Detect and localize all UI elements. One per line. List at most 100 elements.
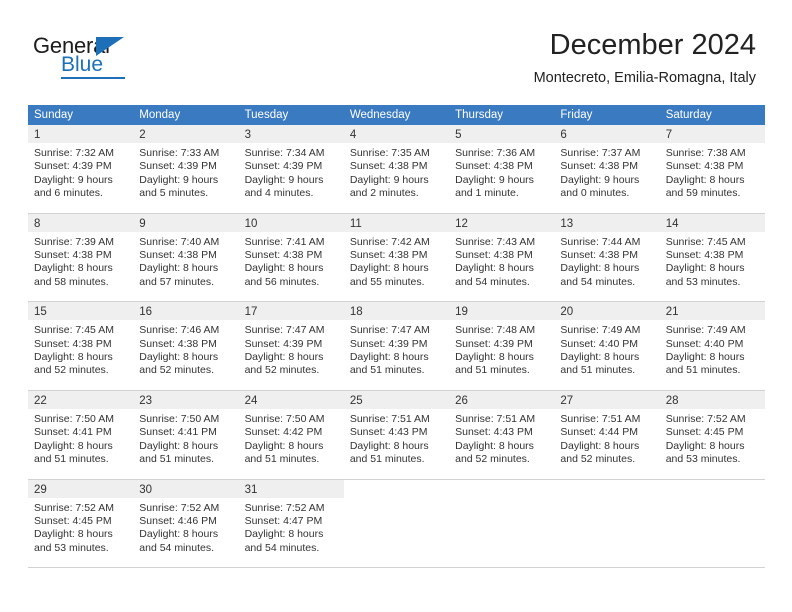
day-number-bar: [343, 479, 450, 498]
day-number-bar: 13: [554, 213, 660, 232]
day-cell[interactable]: 18 Sunrise: 7:47 AM Sunset: 4:39 PM Dayligh…: [343, 302, 450, 390]
daylight-duration-line2: and 53 minutes.: [34, 541, 109, 554]
day-cell[interactable]: 16 Sunrise: 7:46 AM Sunset: 4:38 PM Dayligh…: [133, 302, 239, 390]
day-number-bar: 27: [554, 390, 660, 409]
day-number-bar: 7: [659, 125, 765, 143]
day-number: 12: [455, 217, 468, 230]
day-cell[interactable]: 15 Sunrise: 7:45 AM Sunset: 4:38 PM Dayligh…: [28, 302, 134, 390]
day-details: Sunrise: 7:37 AM Sunset: 4:38 PM Daylight:…: [554, 143, 659, 201]
daylight-duration-line1: Daylight: 8 hours: [349, 351, 429, 364]
day-number-bar: 20: [554, 302, 660, 321]
sunset-time: Sunset: 4:43 PM: [349, 426, 428, 439]
logo-underline: [61, 77, 125, 79]
day-cell[interactable]: 30 Sunrise: 7:52 AM Sunset: 4:46 PM Dayligh…: [133, 479, 239, 568]
day-number-bar: 22: [28, 390, 134, 409]
day-cell[interactable]: 14 Sunrise: 7:45 AM Sunset: 4:38 PM Dayligh…: [659, 213, 765, 302]
sunrise-time: Sunrise: 7:47 AM: [349, 324, 430, 337]
day-cell[interactable]: 24 Sunrise: 7:50 AM Sunset: 4:42 PM Dayligh…: [238, 390, 344, 479]
day-cell[interactable]: 3 Sunrise: 7:34 AM Sunset: 4:39 PM Daylight…: [238, 125, 344, 213]
sunset-time: Sunset: 4:38 PM: [34, 337, 112, 350]
sunset-time: Sunset: 4:38 PM: [244, 249, 323, 262]
weekday-header-tuesday: Tuesday: [244, 109, 289, 121]
day-number-bar: 24: [238, 390, 344, 409]
daylight-duration-line2: and 56 minutes.: [244, 275, 320, 288]
day-number: 18: [349, 306, 363, 319]
day-cell[interactable]: 31 Sunrise: 7:52 AM Sunset: 4:47 PM Dayligh…: [238, 479, 344, 568]
sunset-time: Sunset: 4:39 PM: [455, 337, 533, 350]
day-cell[interactable]: 6 Sunrise: 7:37 AM Sunset: 4:38 PM Daylight…: [554, 125, 660, 213]
day-number: 28: [665, 394, 679, 407]
day-cell[interactable]: 12 Sunrise: 7:43 AM Sunset: 4:38 PM Dayligh…: [449, 213, 555, 302]
day-details: Sunrise: 7:46 AM Sunset: 4:38 PM Daylight:…: [133, 320, 238, 378]
day-cell[interactable]: 28 Sunrise: 7:52 AM Sunset: 4:45 PM Dayligh…: [659, 390, 765, 479]
sunrise-time: Sunrise: 7:50 AM: [139, 412, 220, 425]
daylight-duration-line1: Daylight: 8 hours: [349, 262, 429, 275]
day-cell[interactable]: 8 Sunrise: 7:39 AM Sunset: 4:38 PM Daylight…: [28, 213, 134, 302]
day-number: 31: [244, 483, 258, 496]
sunrise-time: Sunrise: 7:38 AM: [665, 147, 746, 159]
day-number-bar: 3: [238, 125, 344, 143]
day-number-bar: 12: [449, 213, 555, 232]
general-blue-logo[interactable]: General Blue: [33, 33, 163, 81]
sunrise-time: Sunrise: 7:45 AM: [34, 324, 114, 337]
day-cell[interactable]: 25 Sunrise: 7:51 AM Sunset: 4:43 PM Dayligh…: [343, 390, 450, 479]
daylight-duration-line2: and 54 minutes.: [244, 541, 320, 554]
day-details: Sunrise: 7:41 AM Sunset: 4:38 PM Daylight:…: [239, 232, 344, 290]
sunrise-time: Sunrise: 7:46 AM: [139, 324, 220, 337]
day-number: 6: [560, 129, 567, 141]
day-number: 15: [34, 306, 47, 319]
day-cell[interactable]: 17 Sunrise: 7:47 AM Sunset: 4:39 PM Dayligh…: [238, 302, 344, 390]
sunrise-time: Sunrise: 7:49 AM: [560, 324, 641, 337]
sunset-time: Sunset: 4:38 PM: [455, 249, 533, 262]
sunset-time: Sunset: 4:39 PM: [139, 160, 217, 173]
daylight-duration-line2: and 57 minutes.: [139, 275, 214, 288]
daylight-duration-line2: and 6 minutes.: [34, 187, 103, 200]
day-cell[interactable]: 9 Sunrise: 7:40 AM Sunset: 4:38 PM Daylight…: [133, 213, 239, 302]
day-number-bar: 17: [238, 302, 344, 321]
daylight-duration-line1: Daylight: 8 hours: [244, 528, 324, 541]
sunrise-time: Sunrise: 7:32 AM: [34, 147, 114, 159]
weekday-header-row: Sunday Monday Tuesday Wednesday Thursday Frid…: [28, 105, 765, 125]
sunrise-time: Sunrise: 7:51 AM: [349, 412, 430, 425]
day-number: 9: [139, 217, 146, 230]
daylight-duration-line1: Daylight: 9 hours: [244, 173, 324, 186]
day-cell[interactable]: 2 Sunrise: 7:33 AM Sunset: 4:39 PM Daylight…: [133, 125, 239, 213]
daylight-duration-line2: and 4 minutes.: [244, 187, 314, 200]
sunset-time: Sunset: 4:38 PM: [34, 249, 112, 262]
day-number-bar: 28: [659, 390, 765, 409]
day-details: Sunrise: 7:33 AM Sunset: 4:39 PM Daylight:…: [133, 143, 238, 201]
daylight-duration-line2: and 51 minutes.: [349, 453, 425, 466]
daylight-duration-line1: Daylight: 8 hours: [665, 439, 745, 452]
day-cell[interactable]: 4 Sunrise: 7:35 AM Sunset: 4:38 PM Daylight…: [343, 125, 450, 213]
daylight-duration-line2: and 54 minutes.: [455, 275, 530, 288]
day-cell[interactable]: 27 Sunrise: 7:51 AM Sunset: 4:44 PM Dayligh…: [554, 390, 660, 479]
day-cell[interactable]: 29 Sunrise: 7:52 AM Sunset: 4:45 PM Dayligh…: [28, 479, 134, 568]
day-cell[interactable]: 20 Sunrise: 7:49 AM Sunset: 4:40 PM Dayligh…: [554, 302, 660, 390]
day-cell[interactable]: 22 Sunrise: 7:50 AM Sunset: 4:41 PM Dayligh…: [28, 390, 134, 479]
daylight-duration-line2: and 55 minutes.: [349, 275, 425, 288]
daylight-duration-line1: Daylight: 8 hours: [455, 351, 534, 364]
sunset-time: Sunset: 4:42 PM: [244, 426, 323, 439]
day-cell[interactable]: 13 Sunrise: 7:44 AM Sunset: 4:38 PM Dayligh…: [554, 213, 660, 302]
day-cell[interactable]: 19 Sunrise: 7:48 AM Sunset: 4:39 PM Dayligh…: [449, 302, 555, 390]
daylight-duration-line2: and 59 minutes.: [665, 187, 741, 200]
calendar-page: General Blue December 2024 Montecreto, E…: [0, 0, 792, 612]
daylight-duration-line1: Daylight: 9 hours: [560, 173, 640, 186]
day-number: 17: [244, 306, 258, 319]
day-cell[interactable]: 7 Sunrise: 7:38 AM Sunset: 4:38 PM Daylight…: [659, 125, 765, 213]
day-cell[interactable]: 26 Sunrise: 7:51 AM Sunset: 4:43 PM Dayligh…: [449, 390, 555, 479]
day-cell[interactable]: 5 Sunrise: 7:36 AM Sunset: 4:38 PM Daylight…: [449, 125, 555, 213]
day-cell[interactable]: 10 Sunrise: 7:41 AM Sunset: 4:38 PM Dayligh…: [238, 213, 344, 302]
day-cell[interactable]: 1 Sunrise: 7:32 AM Sunset: 4:39 PM Daylight…: [28, 125, 134, 213]
day-details: Sunrise: 7:52 AM Sunset: 4:46 PM Daylight:…: [133, 498, 238, 556]
sunrise-time: Sunrise: 7:47 AM: [244, 324, 325, 337]
page-header: General Blue December 2024 Montecreto, E…: [0, 0, 792, 100]
day-cell[interactable]: 11 Sunrise: 7:42 AM Sunset: 4:38 PM Dayligh…: [343, 213, 450, 302]
sunset-time: Sunset: 4:39 PM: [349, 337, 428, 350]
sunrise-time: Sunrise: 7:52 AM: [244, 501, 325, 514]
day-cell[interactable]: 23 Sunrise: 7:50 AM Sunset: 4:41 PM Dayligh…: [133, 390, 239, 479]
sunrise-time: Sunrise: 7:41 AM: [244, 235, 325, 248]
day-cell[interactable]: 21 Sunrise: 7:49 AM Sunset: 4:40 PM Dayligh…: [659, 302, 765, 390]
day-number-bar: 10: [238, 213, 344, 232]
day-number-bar: 25: [343, 390, 450, 409]
